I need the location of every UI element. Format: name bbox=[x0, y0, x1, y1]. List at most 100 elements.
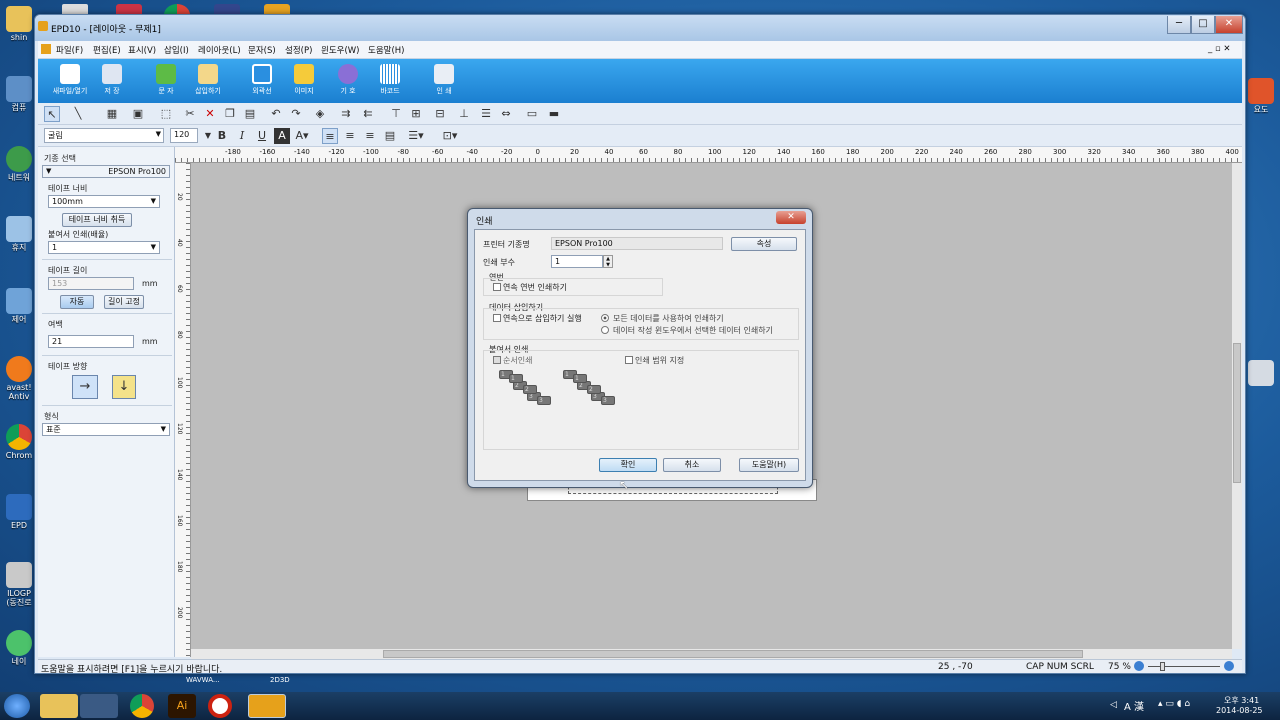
menu-window[interactable]: 윈도우(W) bbox=[321, 44, 360, 56]
desktop-icon-computer[interactable]: 컴퓨 bbox=[2, 76, 36, 112]
size-combo[interactable]: 120 bbox=[170, 128, 198, 143]
barcode-button[interactable]: 바코드 bbox=[368, 62, 412, 100]
paste-icon[interactable]: ▤ bbox=[242, 106, 258, 122]
maximize-button[interactable]: □ bbox=[1191, 16, 1215, 34]
tape-length-field[interactable]: 153 bbox=[48, 277, 134, 290]
save-button[interactable]: 저 장 bbox=[90, 62, 134, 100]
model-select[interactable]: ▼ EPSON Pro100 bbox=[42, 165, 170, 178]
redo-icon[interactable]: ↷ bbox=[288, 106, 304, 122]
restore-icon[interactable]: _ ▫ ✕ bbox=[1208, 44, 1231, 54]
group-icon[interactable]: ◈ bbox=[312, 106, 328, 122]
clock-time[interactable]: 오후 3:41 bbox=[1224, 695, 1259, 706]
taskbar-recorder[interactable] bbox=[208, 694, 232, 718]
text-style-icon[interactable]: A▾ bbox=[294, 128, 310, 144]
font-combo[interactable]: 굴림 ▼ bbox=[44, 128, 164, 143]
radio-all-data[interactable] bbox=[601, 314, 609, 322]
desktop-icon-folder[interactable]: shin bbox=[2, 6, 36, 42]
text-button[interactable]: 문 자 bbox=[144, 62, 188, 100]
copy-icon[interactable]: ❐ bbox=[222, 106, 238, 122]
auto-button[interactable]: 자동 bbox=[60, 295, 94, 309]
menu-text[interactable]: 문자(S) bbox=[248, 44, 276, 56]
zoom-slider-thumb[interactable] bbox=[1160, 662, 1165, 671]
outline-button[interactable]: 외곽선 bbox=[240, 62, 284, 100]
zoom-out-icon[interactable] bbox=[1134, 661, 1144, 671]
cancel-button[interactable]: 취소 bbox=[663, 458, 721, 472]
order-checkbox[interactable] bbox=[493, 356, 501, 364]
desktop-icon-chrome[interactable]: Chrom bbox=[2, 424, 36, 460]
image-button[interactable]: 이미지 bbox=[282, 62, 326, 100]
taskbar-media[interactable] bbox=[80, 694, 118, 718]
vertical-scrollbar[interactable] bbox=[1232, 163, 1242, 649]
insert-button[interactable]: 삽입하기 bbox=[186, 62, 230, 100]
frame-icon[interactable]: ▣ bbox=[130, 106, 146, 122]
print-button[interactable]: 인 쇄 bbox=[422, 62, 466, 100]
bold-icon[interactable]: B bbox=[214, 128, 230, 144]
desktop-icon-avast[interactable]: avast! Antiv bbox=[2, 356, 36, 401]
desktop-icon-epd[interactable]: EPD bbox=[2, 494, 36, 530]
new-open-button[interactable]: 새파일/열기 bbox=[48, 62, 92, 100]
underline-icon[interactable]: U bbox=[254, 128, 270, 144]
minimize-button[interactable]: ─ bbox=[1167, 16, 1191, 34]
table-icon[interactable]: ▦ bbox=[104, 106, 120, 122]
menu-help[interactable]: 도움말(H) bbox=[368, 44, 404, 56]
menu-view[interactable]: 표시(V) bbox=[128, 44, 156, 56]
taskbar-illustrator[interactable]: Ai bbox=[168, 694, 196, 718]
fixed-length-button[interactable]: 길이 고정 bbox=[104, 295, 144, 309]
align-top-icon[interactable]: ⊤ bbox=[388, 106, 404, 122]
zoom-slider[interactable] bbox=[1148, 666, 1220, 667]
align-right-icon[interactable]: ≡ bbox=[362, 128, 378, 144]
desktop-icon-right-app-2[interactable] bbox=[1244, 360, 1278, 387]
desktop-icon-right-app[interactable]: 요도 bbox=[1244, 78, 1278, 114]
align-middle-icon[interactable]: ⊞ bbox=[408, 106, 424, 122]
menu-settings[interactable]: 설정(P) bbox=[285, 44, 312, 56]
menu-layout[interactable]: 레이아웃(L) bbox=[198, 44, 241, 56]
desktop-icon-ilogp[interactable]: ILOGP (동진로 bbox=[2, 562, 36, 607]
italic-icon[interactable]: I bbox=[234, 128, 250, 144]
undo-icon[interactable]: ↶ bbox=[268, 106, 284, 122]
distribute-icon[interactable]: ⊟ bbox=[432, 106, 448, 122]
zoom-in-icon[interactable] bbox=[1224, 661, 1234, 671]
copies-spinner[interactable]: ▲ ▼ bbox=[603, 255, 613, 268]
symbol-button[interactable]: 기 호 bbox=[326, 62, 370, 100]
arrange-icon[interactable]: ☰ bbox=[478, 106, 494, 122]
menu-file[interactable]: 파일(F) bbox=[56, 44, 83, 56]
desktop-icon-network[interactable]: 네트워 bbox=[2, 146, 36, 182]
radio-selected-data[interactable] bbox=[601, 326, 609, 334]
menu-insert[interactable]: 삽입(I) bbox=[164, 44, 189, 56]
vertical-direction-icon[interactable]: ↓ bbox=[112, 375, 136, 399]
line-icon[interactable]: ╲ bbox=[70, 106, 86, 122]
fill-icon[interactable]: ▬ bbox=[546, 106, 562, 122]
properties-button[interactable]: 속성 bbox=[731, 237, 797, 251]
frame-tool-icon[interactable]: ▭ bbox=[524, 106, 540, 122]
format-select[interactable]: 표준 ▼ bbox=[42, 423, 170, 436]
taskbar-explorer[interactable] bbox=[40, 694, 78, 718]
select-icon[interactable]: ⬚ bbox=[158, 106, 174, 122]
start-button[interactable] bbox=[4, 694, 30, 718]
copies-field[interactable]: 1 bbox=[551, 255, 603, 268]
hscroll-thumb[interactable] bbox=[383, 650, 1083, 658]
get-tape-width-button[interactable]: 테이프 너비 취득 bbox=[62, 213, 132, 227]
bring-front-icon[interactable]: ⇉ bbox=[338, 106, 354, 122]
cut-icon[interactable]: ✂ bbox=[182, 106, 198, 122]
tape-width-select[interactable]: 100mm ▼ bbox=[48, 195, 160, 208]
dialog-close-button[interactable]: ✕ bbox=[776, 211, 806, 224]
justify-icon[interactable]: ▤ bbox=[382, 128, 398, 144]
range-checkbox[interactable] bbox=[625, 356, 633, 364]
desktop-icon-naver[interactable]: 네이 bbox=[2, 630, 36, 666]
ime-indicator[interactable]: A 漢 bbox=[1124, 698, 1144, 713]
clock-date[interactable]: 2014-08-25 bbox=[1216, 706, 1263, 715]
align-center-icon[interactable]: ≡ bbox=[342, 128, 358, 144]
delete-icon[interactable]: ✕ bbox=[202, 106, 218, 122]
align-bottom-icon[interactable]: ⊥ bbox=[456, 106, 472, 122]
margin-field[interactable]: 21 bbox=[48, 335, 134, 348]
title-bar[interactable]: EPD10 - [레이아웃 - 무제1] ─ □ ✕ bbox=[35, 15, 1245, 41]
reverse-icon[interactable]: A bbox=[274, 128, 290, 144]
horizontal-direction-icon[interactable]: → bbox=[72, 375, 98, 399]
menu-edit[interactable]: 편집(E) bbox=[93, 44, 121, 56]
help-button[interactable]: 도움말(H) bbox=[739, 458, 799, 472]
ok-button[interactable]: 확인 bbox=[599, 458, 657, 472]
vscroll-thumb[interactable] bbox=[1233, 343, 1241, 483]
pointer-icon[interactable]: ↖ bbox=[44, 106, 60, 122]
desktop-icon-recycle[interactable]: 휴지 bbox=[2, 216, 36, 252]
vertical-align-icon[interactable]: ⊡▾ bbox=[442, 128, 458, 144]
